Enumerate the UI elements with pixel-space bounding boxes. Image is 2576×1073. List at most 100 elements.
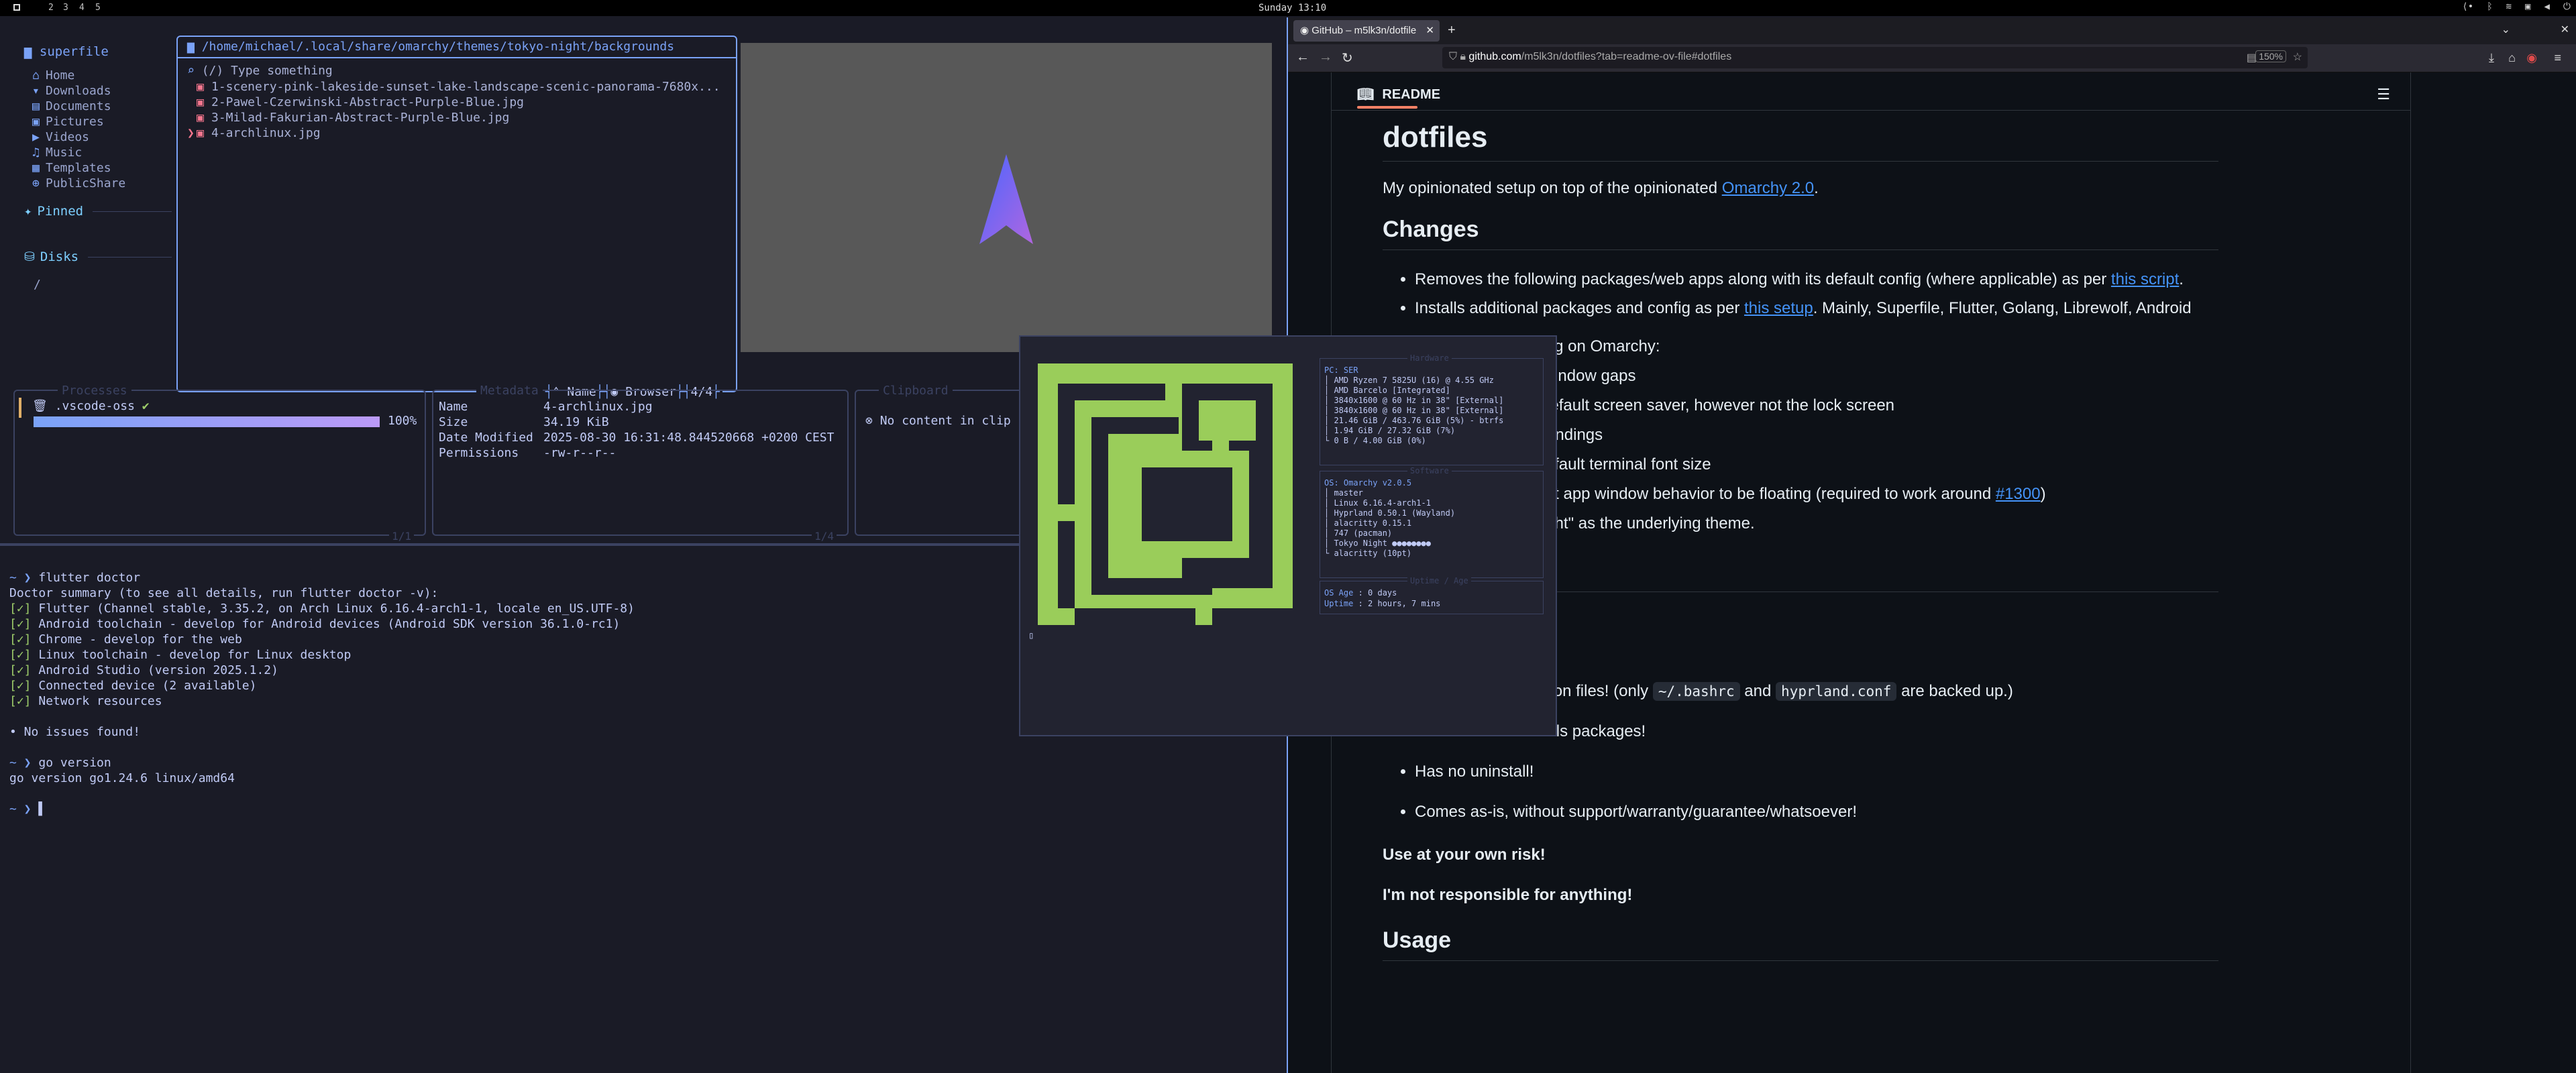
- issue-link[interactable]: #1300: [1996, 485, 2041, 503]
- pinned-section: ✦ Pinned: [24, 204, 172, 219]
- item-text: Comes as-is, without support/warranty/gu…: [1415, 803, 1857, 821]
- new-tab-button[interactable]: +: [1448, 23, 1456, 38]
- sidebar-item-music[interactable]: ♫ Music: [32, 146, 172, 161]
- metadata-row: Permissions -rw-r--r--: [439, 445, 834, 461]
- cursor-chevron-icon: ❯: [187, 126, 195, 140]
- sidebar-item-home[interactable]: ⌂ Home: [32, 68, 172, 84]
- cpu-icon[interactable]: ▣: [2525, 1, 2530, 12]
- output-text: Connected device (2 available): [31, 679, 257, 693]
- fastfetch-line: └ 0 B / 4.00 GiB (0%): [1324, 436, 1426, 445]
- close-tab-icon[interactable]: ✕: [1426, 24, 1434, 36]
- sidebar-item-videos[interactable]: ▶ Videos: [32, 130, 172, 146]
- inline-code: hyprland.conf: [1776, 682, 1897, 701]
- item-text: ): [2040, 485, 2046, 503]
- metadata-value: 2025-08-30 16:31:48.844520668 +0200 CEST: [543, 431, 835, 445]
- sidebar-title-text: superfile: [39, 44, 109, 59]
- uptime-title: Uptime / Age: [1407, 576, 1471, 586]
- intro-suffix: .: [1814, 179, 1819, 197]
- usage-heading: Usage: [1383, 927, 1452, 953]
- reload-icon[interactable]: ↻: [1342, 50, 1353, 66]
- file-row[interactable]: ▣ 1-scenery-pink-lakeside-sunset-lake-lan…: [187, 80, 731, 95]
- workspace-2[interactable]: 2: [48, 3, 54, 13]
- output-text: Flutter (Channel stable, 3.35.2, on Arch…: [31, 602, 635, 616]
- workspace-1[interactable]: [13, 3, 20, 13]
- readme-tab-underline: [1357, 106, 1417, 109]
- sidebar-item-downloads[interactable]: ▾ Downloads: [32, 84, 172, 99]
- file-panel[interactable]: ▆ /home/michael/.local/share/omarchy/the…: [176, 36, 737, 399]
- metadata-row: Size 34.19 KiB: [439, 414, 834, 430]
- fastfetch-line: PC: SER: [1324, 365, 1358, 375]
- this-setup-link[interactable]: this setup: [1744, 299, 1813, 317]
- check-mark: [✓]: [9, 679, 32, 693]
- back-icon[interactable]: ←: [1296, 50, 1309, 65]
- file-name: 3-Milad-Fakurian-Abstract-Purple-Blue.jp…: [211, 111, 510, 125]
- shield-icon: ⛉: [1449, 51, 1460, 62]
- item-text: Removes the following packages/web apps …: [1415, 270, 2111, 288]
- power-icon[interactable]: ⏻: [2563, 1, 2571, 12]
- outline-icon[interactable]: ☰: [2377, 86, 2390, 103]
- image-file-icon: ▣: [197, 111, 204, 125]
- wifi-icon[interactable]: ≋: [2506, 1, 2512, 12]
- workspace-3[interactable]: 3: [63, 3, 68, 13]
- sidebar-item-label: Documents: [46, 99, 111, 113]
- sub-list-item: Increases the window gaps: [1442, 361, 2218, 391]
- sidebar-item-publicshare[interactable]: ⊕ PublicShare: [32, 176, 172, 192]
- template-icon: ▦: [32, 161, 40, 175]
- list-item: Installs additional packages and config …: [1415, 298, 2218, 319]
- volume-icon[interactable]: ◀: [2544, 1, 2549, 12]
- item-text: are backed up.): [1896, 682, 2013, 700]
- file-row-selected[interactable]: ❯ ▣ 4-archlinux.jpg: [187, 126, 731, 142]
- process-row[interactable]: 🗑︎ .vscode-oss ✔: [32, 399, 150, 413]
- disk-item-root[interactable]: /: [24, 278, 172, 292]
- clock[interactable]: Sunday 13:10: [1258, 3, 1326, 13]
- workspace-5[interactable]: 5: [95, 3, 101, 13]
- extensions-icon[interactable]: ⌂: [2508, 51, 2516, 65]
- metadata-list: Name 4-archlinux.jpg Size 34.19 KiB Date M…: [439, 399, 834, 461]
- book-icon: 📖︎: [1357, 87, 1375, 102]
- workspace-4[interactable]: 4: [79, 3, 85, 13]
- clipboard-text: No content in clip: [879, 414, 1011, 428]
- search-input[interactable]: ⌕ (/) Type something: [187, 64, 333, 78]
- sidebar-item-label: Pictures: [46, 115, 104, 129]
- forward-icon[interactable]: →: [1319, 50, 1332, 65]
- sidebar-item-pictures[interactable]: ▣ Pictures: [32, 115, 172, 130]
- disk-icon: ⛁: [24, 249, 35, 264]
- menu-icon[interactable]: ≡: [2554, 51, 2561, 65]
- risk-text: Use at your own risk!: [1383, 846, 1546, 864]
- command-text: flutter doctor: [38, 571, 141, 585]
- uptime-label: Uptime: [1324, 599, 1358, 608]
- fastfetch-line: │ Tokyo Night ●●●●●●●●: [1324, 539, 1431, 548]
- progress-bar: [34, 416, 380, 427]
- changes-heading: Changes: [1383, 217, 1479, 242]
- code-icon[interactable]: ⟨•: [2462, 1, 2473, 12]
- downloads-icon[interactable]: ⤓: [2489, 51, 2494, 65]
- close-window-icon[interactable]: ✕: [2561, 23, 2569, 36]
- list-tabs-icon[interactable]: ⌄: [2502, 23, 2510, 36]
- fastfetch-line: │ 3840x1600 @ 60 Hz in 38" [External]: [1324, 396, 1504, 405]
- terminal-line: go version go1.24.6 linux/amd64: [9, 771, 1271, 786]
- processes-panel: Processes 🗑︎ .vscode-oss ✔ 100% 1/1: [13, 384, 426, 543]
- bookmark-star-icon[interactable]: ☆: [2293, 50, 2302, 64]
- file-row[interactable]: ▣ 2-Pawel-Czerwinski-Abstract-Purple-Blue…: [187, 95, 731, 111]
- sidebar-item-documents[interactable]: ▤ Documents: [32, 99, 172, 115]
- check-mark: [✓]: [9, 663, 32, 677]
- sidebar-item-templates[interactable]: ▦ Templates: [32, 161, 172, 176]
- this-script-link[interactable]: this script: [2111, 270, 2179, 288]
- fastfetch-line: │ 3840x1600 @ 60 Hz in 38" [External]: [1324, 406, 1504, 415]
- browser-tab[interactable]: ◉ GitHub – m5lk3n/dotfile ✕: [1293, 20, 1440, 42]
- image-file-icon: ▣: [197, 126, 204, 140]
- item-text: . Mainly, Superfile, Flutter, Golang, Li…: [1813, 299, 2192, 317]
- omarchy-link[interactable]: Omarchy 2.0: [1722, 179, 1814, 197]
- file-row[interactable]: ▣ 3-Milad-Fakurian-Abstract-Purple-Blue.j…: [187, 111, 731, 126]
- fastfetch-window[interactable]: ▯ Hardware PC: SER │ AMD Ryzen 7 5825U (1…: [1019, 335, 1557, 736]
- zoom-level[interactable]: 150%: [2255, 50, 2286, 62]
- intro-paragraph: My opinionated setup on top of the opini…: [1383, 179, 2218, 198]
- clipboard-title: Clipboard: [879, 384, 953, 398]
- item-text: Installs additional packages and config …: [1415, 299, 1744, 317]
- document-icon: ▤: [32, 99, 40, 113]
- addon-icon[interactable]: ◉: [2526, 51, 2537, 65]
- url-bar[interactable]: ⛉ 🔒︎ github.com/m5lk3n/dotfiles?tab=read…: [1442, 47, 2308, 68]
- bluetooth-icon[interactable]: ᛒ: [2487, 1, 2492, 12]
- output-text: Android Studio (version 2025.1.2): [31, 663, 278, 677]
